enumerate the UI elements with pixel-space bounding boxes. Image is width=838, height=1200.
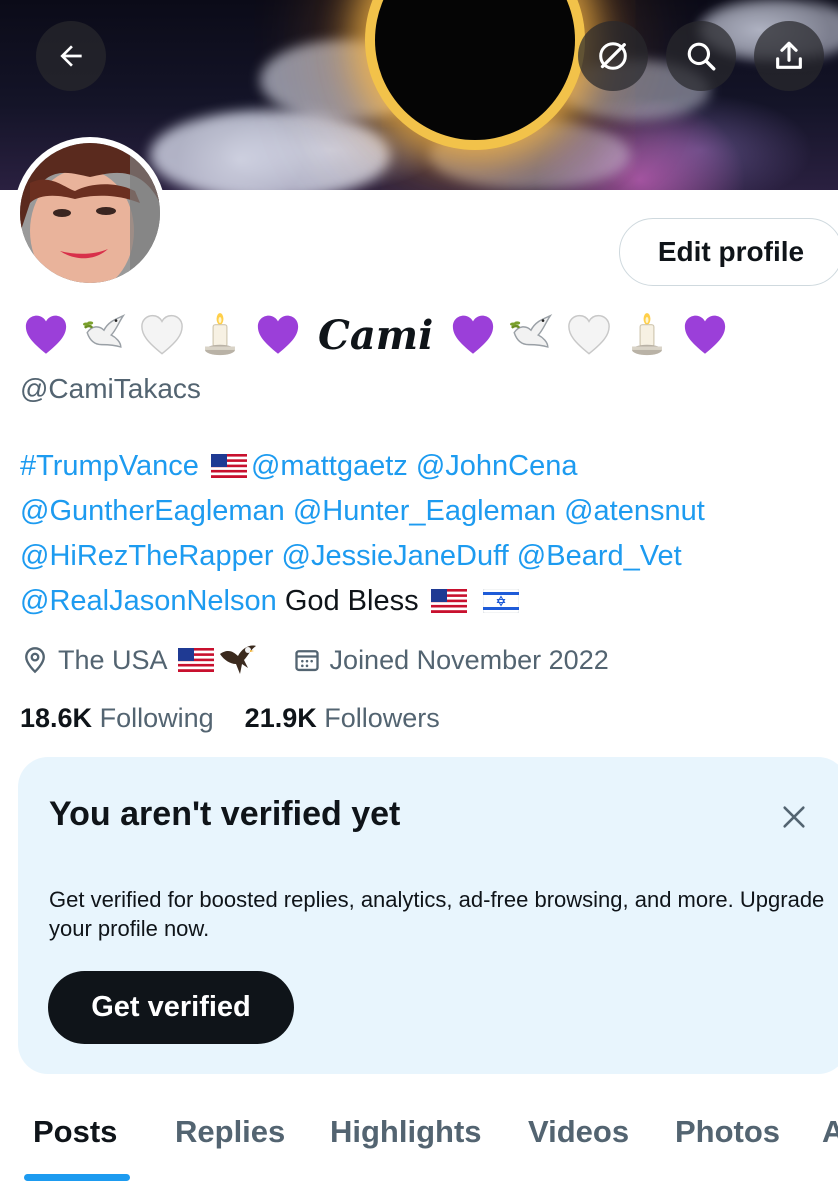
profile-bio: #TrumpVance @mattgaetz @JohnCena @Gunthe… — [20, 444, 820, 624]
profile-tabs: Posts Replies Highlights Videos Photos A — [0, 1100, 838, 1185]
profile-handle: @CamiTakacs — [20, 373, 201, 404]
verification-prompt-card: You aren't verified yet Get verified for… — [18, 757, 838, 1074]
avatar-photo — [20, 143, 160, 283]
purple-heart-icon — [252, 309, 304, 361]
us-flag-icon — [211, 454, 247, 478]
get-verified-button[interactable]: Get verified — [48, 971, 294, 1044]
mention-links[interactable]: @mattgaetz @JohnCena — [251, 450, 578, 482]
grok-button[interactable] — [578, 21, 648, 91]
white-heart-icon — [136, 309, 188, 361]
candle-icon — [621, 309, 673, 361]
verify-card-title: You aren't verified yet — [49, 795, 401, 833]
close-card-button[interactable] — [774, 797, 814, 837]
close-icon — [783, 806, 805, 828]
following-label: Following — [99, 703, 214, 733]
calendar-icon — [292, 645, 322, 675]
display-name: Cami — [318, 311, 434, 359]
tab-photos[interactable]: Photos — [675, 1114, 780, 1150]
search-icon — [687, 42, 716, 71]
tab-replies[interactable]: Replies — [175, 1114, 285, 1150]
active-tab-indicator — [24, 1174, 130, 1181]
tab-posts[interactable]: Posts — [33, 1114, 117, 1150]
grok-icon — [599, 42, 627, 70]
profile-avatar[interactable] — [14, 137, 166, 289]
location-text: The USA — [58, 644, 168, 675]
verify-card-body: Get verified for boosted replies, analyt… — [49, 887, 825, 941]
edit-profile-button[interactable]: Edit profile — [619, 218, 838, 286]
arrow-left-icon — [60, 45, 82, 67]
followers-label: Followers — [324, 703, 440, 733]
white-heart-icon — [563, 309, 615, 361]
followers-count: 21.9K — [244, 703, 317, 733]
us-flag-icon — [178, 648, 214, 672]
purple-heart-icon — [447, 309, 499, 361]
israel-flag-icon — [483, 589, 519, 613]
purple-heart-icon — [20, 309, 72, 361]
share-icon — [776, 41, 802, 69]
us-flag-icon — [431, 589, 467, 613]
bio-text: God Bless — [284, 585, 419, 617]
share-button[interactable] — [754, 21, 824, 91]
mention-link[interactable]: @RealJasonNelson — [20, 585, 277, 617]
tab-articles[interactable]: A — [822, 1114, 838, 1150]
following-link[interactable]: 18.6K Following — [20, 703, 214, 733]
dove-icon — [78, 309, 130, 361]
display-name-row: Cami — [20, 305, 737, 365]
followers-link[interactable]: 21.9K Followers — [245, 703, 440, 733]
follow-stats: 18.6K Following 21.9K Followers — [20, 703, 440, 734]
tab-highlights[interactable]: Highlights — [330, 1114, 482, 1150]
joined-date: Joined November 2022 — [329, 644, 609, 675]
following-count: 18.6K — [20, 703, 93, 733]
dove-icon — [505, 309, 557, 361]
back-button[interactable] — [36, 21, 106, 91]
candle-icon — [194, 309, 246, 361]
tab-videos[interactable]: Videos — [528, 1114, 629, 1150]
hashtag-link[interactable]: #TrumpVance — [20, 450, 199, 482]
profile-meta: The USA Joined November 2022 — [20, 640, 609, 680]
mention-links[interactable]: @HiRezTheRapper @JessieJaneDuff @Beard_V… — [20, 540, 682, 572]
eagle-icon — [218, 642, 258, 678]
search-button[interactable] — [666, 21, 736, 91]
purple-heart-icon — [679, 309, 731, 361]
mention-links[interactable]: @GuntherEagleman @Hunter_Eagleman @atens… — [20, 495, 705, 527]
banner-eclipse — [375, 0, 575, 140]
location-pin-icon — [20, 645, 50, 675]
